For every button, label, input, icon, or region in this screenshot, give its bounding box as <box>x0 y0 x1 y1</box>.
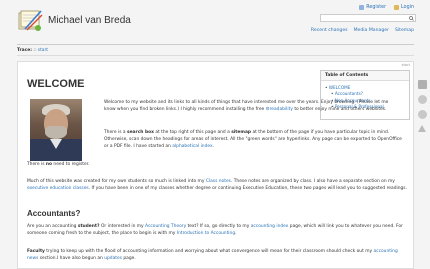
back-to-top-icon[interactable] <box>418 125 426 132</box>
login-label[interactable]: Login <box>401 5 414 10</box>
header-divider <box>17 44 414 45</box>
search-button[interactable] <box>407 15 415 21</box>
site-tools: Recent changes Media Manager Sitemap <box>311 28 414 33</box>
accounting-theory-link[interactable]: Accounting Theory <box>145 224 186 229</box>
class-notes-link[interactable]: Class notes <box>206 179 231 184</box>
author-portrait <box>30 99 82 161</box>
executive-education-link[interactable]: executive education classes <box>27 186 89 191</box>
backlinks-icon[interactable] <box>417 110 427 119</box>
breadcrumb-separator-icon: ▫ <box>33 48 37 53</box>
section-heading-accountants: Accountants? <box>27 209 81 218</box>
site-title[interactable]: Michael van Breda <box>48 15 131 26</box>
dokuwiki-logo-icon[interactable] <box>17 7 43 33</box>
toc-heading[interactable]: Table of Contents <box>321 71 409 81</box>
navigation-paragraph: There is a search box at the top right o… <box>104 130 402 149</box>
register-icon <box>359 5 365 10</box>
register-link[interactable]: Register <box>359 5 386 10</box>
page-tools <box>417 80 427 132</box>
class-notes-paragraph: Much of this website was created for my … <box>27 179 407 191</box>
accounting-index-link[interactable]: accounting index <box>251 224 289 229</box>
page-content: start WELCOME Table of Contents • WELCOM… <box>17 61 414 269</box>
header: Michael van Breda Register Login Recent … <box>0 0 430 46</box>
faculty-paragraph: Faculty trying to keep up with the flood… <box>27 249 398 261</box>
register-label[interactable]: Register <box>366 5 386 10</box>
login-link[interactable]: Login <box>394 5 414 10</box>
breadcrumb-item-start[interactable]: start <box>38 48 48 53</box>
toc-item[interactable]: • WELCOME <box>325 85 405 90</box>
readability-link[interactable]: readability <box>270 107 293 112</box>
page-title: WELCOME <box>27 78 85 90</box>
breadcrumb: Trace: ▫ start <box>17 48 48 53</box>
register-note-paragraph: There is no need to register. <box>27 162 90 167</box>
intro-accounting-link[interactable]: Introduction to Accounting <box>177 231 235 236</box>
alphabetical-index-link[interactable]: alphabetical index <box>172 144 212 149</box>
edit-page-icon[interactable] <box>417 80 427 89</box>
sitemap-link[interactable]: Sitemap <box>395 28 414 33</box>
user-tools: Register Login <box>359 5 414 10</box>
media-manager-link[interactable]: Media Manager <box>354 28 389 33</box>
breadcrumb-divider <box>17 55 414 56</box>
toc-item[interactable]: • Accountants? <box>325 91 405 96</box>
search-input[interactable] <box>320 14 416 22</box>
old-revisions-icon[interactable] <box>417 95 427 104</box>
recent-changes-link[interactable]: Recent changes <box>311 28 348 33</box>
page-id: start <box>401 63 410 67</box>
intro-paragraph: Welcome to my website and its links to a… <box>104 100 389 112</box>
updates-link[interactable]: updates <box>104 256 122 261</box>
breadcrumb-label: Trace: <box>17 48 32 53</box>
login-icon <box>394 5 400 10</box>
accountants-paragraph: Are you an accounting student? Or intere… <box>27 224 403 236</box>
search-icon <box>408 15 414 21</box>
